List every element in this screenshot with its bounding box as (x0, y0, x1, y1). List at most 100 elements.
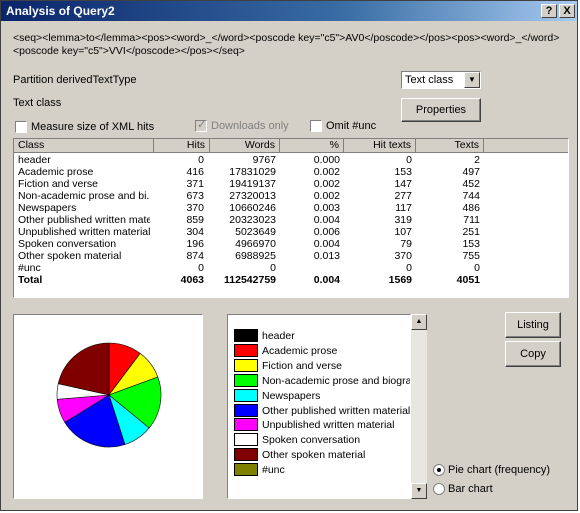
col-filler-header (484, 139, 568, 153)
legend-swatch (234, 358, 258, 372)
bar-chart-radio[interactable] (433, 483, 445, 495)
cell-percent: 0.004 (313, 274, 340, 286)
measure-size-checkbox[interactable] (15, 121, 27, 133)
cell-class: #unc (18, 262, 41, 274)
cell-words: 9767 (252, 154, 276, 166)
cell-texts: 755 (462, 250, 480, 262)
cell-percent: 0.002 (313, 166, 340, 178)
close-button[interactable]: X (559, 4, 575, 18)
cell-words: 6988925 (235, 250, 276, 262)
col-words-header[interactable]: Words (210, 139, 280, 153)
cell-words: 0 (270, 262, 276, 274)
cell-percent: 0.000 (313, 154, 340, 166)
legend-label: Spoken conversation (262, 434, 361, 447)
cell-words: 10660246 (229, 202, 276, 214)
cell-class: Other spoken material (18, 250, 122, 262)
table-row[interactable]: Academic prose 416 17831029 0.002 153 497 (14, 166, 568, 178)
legend-label: Other spoken material (262, 449, 366, 462)
cell-hit-texts: 0 (406, 154, 412, 166)
cell-class: Non-academic prose and bi... (18, 190, 150, 202)
table-total-row[interactable]: Total 4063 112542759 0.004 1569 4051 (14, 274, 568, 286)
legend-swatch (234, 418, 258, 432)
col-hit-texts-header[interactable]: Hit texts (344, 139, 416, 153)
table-row[interactable]: Fiction and verse 371 19419137 0.002 147 452 (14, 178, 568, 190)
table-row[interactable]: #unc 0 0 0 0 (14, 262, 568, 274)
pie-chart-label: Pie chart (frequency) (448, 464, 551, 476)
table-row[interactable]: Other published written mate... 859 203230… (14, 214, 568, 226)
cell-class: Newspapers (18, 202, 77, 214)
properties-button[interactable]: Properties (401, 98, 481, 122)
cell-percent: 0.003 (313, 202, 340, 214)
legend-label: header (262, 330, 295, 342)
cell-words: 112542759 (224, 274, 276, 286)
cell-hit-texts: 277 (394, 190, 412, 202)
chevron-down-icon[interactable]: ▼ (464, 72, 480, 88)
cell-words: 5023649 (235, 226, 276, 238)
legend-label: Newspapers (262, 389, 321, 402)
cell-texts: 153 (462, 238, 480, 250)
cell-hit-texts: 153 (394, 166, 412, 178)
window-title: Analysis of Query2 (6, 4, 115, 18)
partition-select[interactable]: Text class ▼ (401, 71, 481, 89)
cell-hits: 4063 (180, 274, 204, 286)
cell-texts: 497 (462, 166, 480, 178)
cell-hits: 673 (186, 190, 204, 202)
downloads-only-checkbox[interactable] (195, 118, 207, 132)
legend-swatch (234, 463, 258, 477)
text-class-label: Text class (13, 97, 62, 109)
cell-words: 20323023 (229, 214, 276, 226)
cell-words: 17831029 (229, 166, 276, 178)
cell-class: Total (18, 274, 43, 286)
col-class-header[interactable]: Class (14, 139, 154, 153)
cell-hit-texts: 319 (394, 214, 412, 226)
table-row[interactable]: Unpublished written material 304 5023649 0.… (14, 226, 568, 238)
help-button[interactable]: ? (541, 4, 557, 18)
pie-chart (56, 342, 162, 448)
cell-texts: 711 (463, 214, 480, 226)
cell-texts: 486 (462, 202, 480, 214)
col-hits-header[interactable]: Hits (154, 139, 210, 153)
cell-class: Unpublished written material (18, 226, 150, 238)
pie-chart-radio[interactable] (433, 464, 445, 476)
cell-hit-texts: 0 (406, 262, 412, 274)
legend-label: #unc (262, 464, 285, 477)
scroll-down-icon[interactable]: ▼ (411, 483, 427, 499)
col-percent-header[interactable]: % (280, 139, 344, 153)
cell-hits: 304 (186, 226, 204, 238)
cell-class: Fiction and verse (18, 178, 98, 190)
table-row[interactable]: Spoken conversation 196 4966970 0.004 79 153 (14, 238, 568, 250)
table-row[interactable]: header 0 9767 0.000 0 2 (14, 154, 568, 166)
table-row[interactable]: Other spoken material 874 6988925 0.013 370 7… (14, 250, 568, 262)
title-bar[interactable]: Analysis of Query2 ? X (1, 1, 577, 21)
omit-unc-checkbox[interactable] (310, 120, 322, 132)
cell-hit-texts: 117 (395, 202, 412, 214)
table-row[interactable]: Non-academic prose and bi... 673 27320013 0… (14, 190, 568, 202)
measure-size-label: Measure size of XML hits (31, 121, 155, 133)
legend-scrollbar[interactable]: ▲ ▼ (411, 314, 427, 499)
cell-hits: 874 (186, 250, 204, 262)
cell-hits: 0 (198, 154, 204, 166)
cell-hit-texts: 107 (394, 226, 412, 238)
downloads-only-label: Downloads only (211, 120, 289, 132)
cell-percent: 0.006 (313, 226, 340, 238)
cell-texts: 744 (462, 190, 480, 202)
cell-class: header (18, 154, 51, 166)
cell-texts: 2 (474, 154, 480, 166)
scroll-up-icon[interactable]: ▲ (411, 314, 427, 330)
legend-swatch (234, 388, 258, 402)
cell-texts: 0 (474, 262, 480, 274)
bar-chart-label: Bar chart (448, 483, 493, 495)
cell-hits: 370 (186, 202, 204, 214)
legend-swatch (234, 433, 258, 447)
legend-label: Other published written material (262, 404, 411, 417)
listing-button[interactable]: Listing (505, 312, 561, 338)
col-texts-header[interactable]: Texts (416, 139, 484, 153)
cell-hits: 196 (186, 238, 204, 250)
legend-swatch (234, 343, 258, 357)
table-header: Class Hits Words % Hit texts Texts (14, 139, 568, 153)
table-row[interactable]: Newspapers 370 10660246 0.003 117 486 (14, 202, 568, 214)
cell-texts: 4051 (456, 274, 480, 286)
cell-words: 19419137 (229, 178, 276, 190)
copy-button[interactable]: Copy (505, 341, 561, 367)
results-table[interactable]: Class Hits Words % Hit texts Texts heade… (13, 138, 569, 298)
